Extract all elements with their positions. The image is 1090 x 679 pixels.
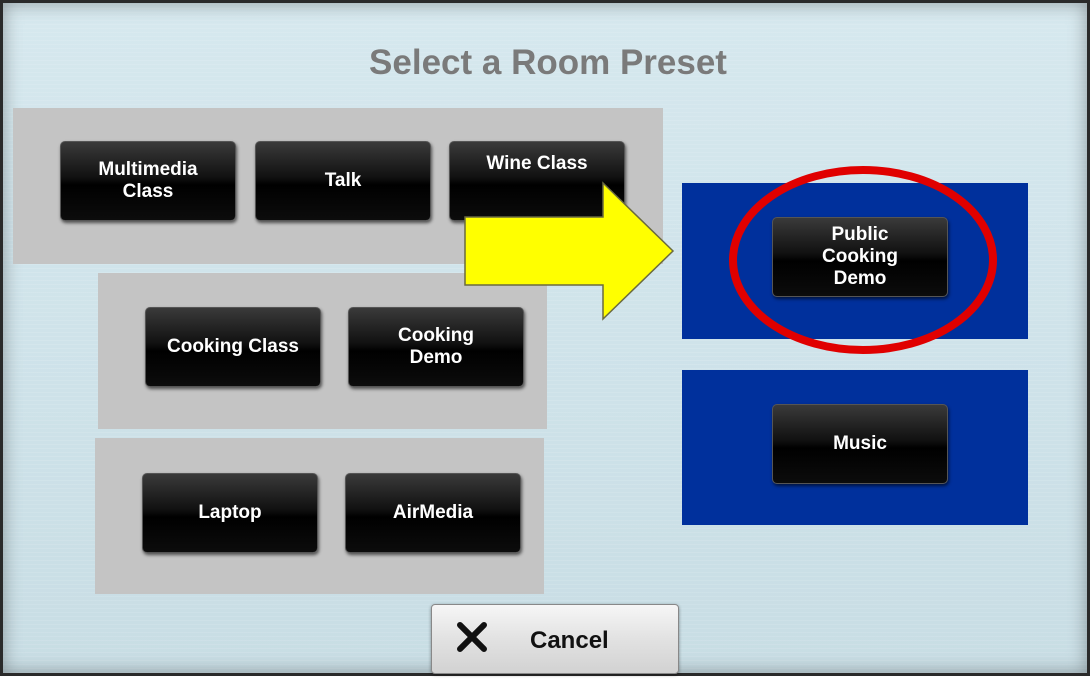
cancel-label: Cancel: [530, 627, 609, 654]
touch-panel-screen: Select a Room Preset Multimedia Class Ta…: [0, 0, 1090, 676]
preset-cooking-demo-button[interactable]: Cooking Demo: [348, 307, 524, 387]
preset-multimedia-class-button[interactable]: Multimedia Class: [60, 141, 236, 221]
preset-group-1: Multimedia Class Talk Wine Class: [13, 108, 663, 264]
preset-music-button[interactable]: Music: [772, 404, 948, 484]
highlight-panel-bottom: Music: [682, 370, 1028, 525]
preset-group-2: Cooking Class Cooking Demo: [98, 273, 547, 429]
preset-wine-class-button[interactable]: Wine Class: [449, 141, 625, 221]
preset-airmedia-button[interactable]: AirMedia: [345, 473, 521, 553]
preset-cooking-class-button[interactable]: Cooking Class: [145, 307, 321, 387]
highlight-panel-top: Public Cooking Demo: [682, 183, 1028, 339]
preset-talk-button[interactable]: Talk: [255, 141, 431, 221]
preset-group-3: Laptop AirMedia: [95, 438, 544, 594]
page-title: Select a Room Preset: [369, 43, 727, 82]
preset-public-cooking-demo-button[interactable]: Public Cooking Demo: [772, 217, 948, 297]
close-x-icon: [457, 622, 487, 652]
cancel-button[interactable]: Cancel: [431, 604, 679, 674]
preset-laptop-button[interactable]: Laptop: [142, 473, 318, 553]
